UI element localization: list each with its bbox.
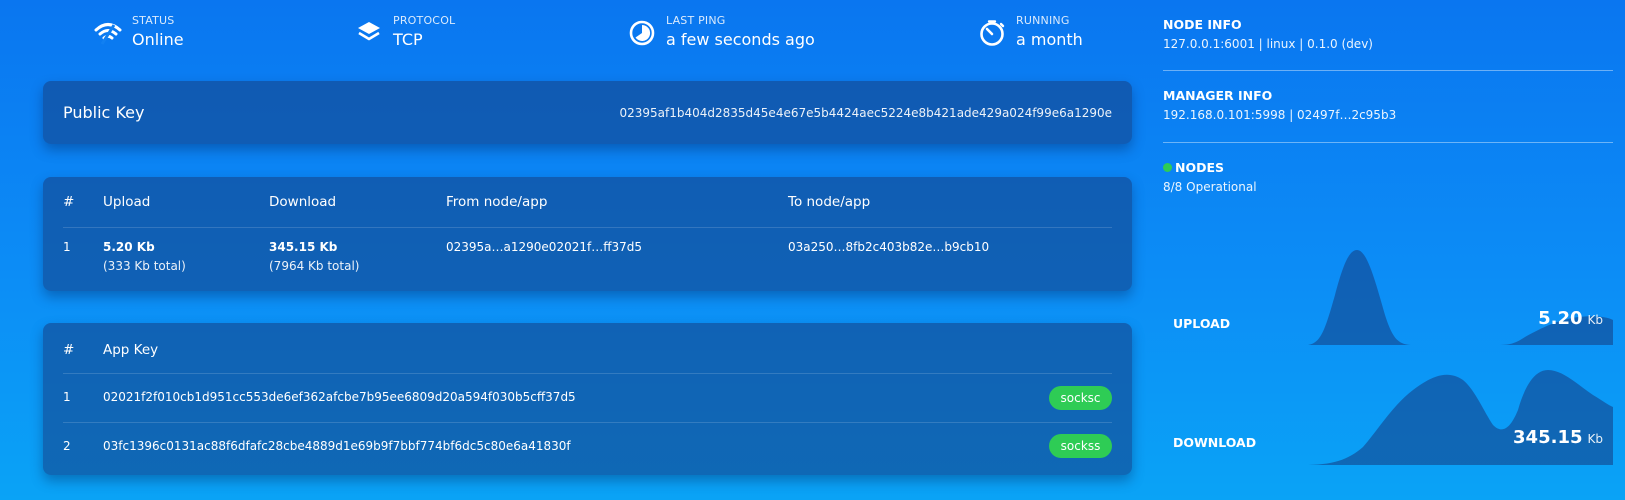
download-graph-value: 345.15 Kb <box>1513 427 1603 448</box>
upload-graph-number: 5.20 <box>1538 308 1583 329</box>
upload-graph-value: 5.20 Kb <box>1538 308 1603 329</box>
app-key: 02021f2f010cb1d951cc553de6ef362afcbe7b95… <box>103 390 576 404</box>
last-ping-label: LAST PING <box>666 14 726 27</box>
wifi-icon <box>93 18 123 48</box>
running-label: RUNNING <box>1016 14 1070 27</box>
col-header-index: # <box>63 342 75 358</box>
public-key-value[interactable]: 02395af1b404d2835d45e4e67e5b4424aec5224e… <box>619 106 1112 120</box>
col-header-app-key: App Key <box>103 342 159 358</box>
col-header-index: # <box>63 194 75 210</box>
protocol-label: PROTOCOL <box>393 14 456 27</box>
layers-icon <box>354 18 384 48</box>
download-graph-number: 345.15 <box>1513 427 1583 448</box>
app-badge-sockss[interactable]: sockss <box>1049 434 1112 458</box>
download-graph-label: DOWNLOAD <box>1173 435 1257 450</box>
public-key-card: Public Key 02395af1b404d2835d45e4e67e5b4… <box>43 81 1132 144</box>
col-header-to: To node/app <box>788 194 871 210</box>
public-key-title: Public Key <box>63 103 145 122</box>
nodes-title: NODES <box>1175 160 1225 175</box>
node-info-title: NODE INFO <box>1163 17 1242 32</box>
stopwatch-icon <box>977 18 1007 48</box>
col-header-from: From node/app <box>446 194 548 210</box>
status-label: STATUS <box>132 14 175 27</box>
to-node-app: 03a250…8fb2c403b82e…b9cb10 <box>788 240 990 254</box>
download-graph-unit: Kb <box>1587 432 1604 446</box>
upload-graph: UPLOAD 5.20 Kb <box>1163 245 1613 345</box>
divider <box>1163 70 1613 71</box>
node-info-value: 127.0.0.1:6001 | linux | 0.1.0 (dev) <box>1163 37 1373 51</box>
status-item-protocol: PROTOCOL TCP <box>354 14 455 51</box>
nodes-info: NODES 8/8 Operational <box>1163 160 1613 195</box>
nodes-value: 8/8 Operational <box>1163 180 1257 194</box>
download-value: 345.15 Kb <box>269 240 338 254</box>
transports-card: # Upload Download From node/app To node/… <box>43 177 1132 291</box>
divider <box>63 373 1112 374</box>
status-dot-icon <box>1163 163 1172 172</box>
app-index: 2 <box>63 439 71 453</box>
pie-clock-icon <box>627 18 657 48</box>
app-index: 1 <box>63 390 71 404</box>
protocol-value: TCP <box>393 30 423 49</box>
apps-card: # App Key 1 02021f2f010cb1d951cc553de6ef… <box>43 323 1132 475</box>
manager-info-title: MANAGER INFO <box>1163 88 1273 103</box>
from-node-app: 02395a…a1290e02021f…ff37d5 <box>446 240 642 254</box>
col-header-upload: Upload <box>103 194 151 210</box>
upload-graph-label: UPLOAD <box>1173 316 1231 331</box>
divider <box>63 422 1112 423</box>
node-info: NODE INFO 127.0.0.1:6001 | linux | 0.1.0… <box>1163 17 1613 52</box>
last-ping-value: a few seconds ago <box>666 30 815 49</box>
divider <box>1163 142 1613 143</box>
col-header-download: Download <box>269 194 337 210</box>
download-total: (7964 Kb total) <box>269 259 360 273</box>
app-key: 03fc1396c0131ac88f6dfafc28cbe4889d1e69b9… <box>103 439 571 453</box>
upload-total: (333 Kb total) <box>103 259 186 273</box>
status-item-running: RUNNING a month <box>977 14 1083 51</box>
status-item-status: STATUS Online <box>93 14 184 51</box>
download-graph: DOWNLOAD 345.15 Kb <box>1163 365 1613 465</box>
upload-value: 5.20 Kb <box>103 240 155 254</box>
upload-graph-unit: Kb <box>1587 313 1604 327</box>
status-item-last-ping: LAST PING a few seconds ago <box>627 14 815 51</box>
row-index: 1 <box>63 240 71 254</box>
status-value: Online <box>132 30 184 49</box>
app-badge-socksc[interactable]: socksc <box>1049 386 1112 410</box>
running-value: a month <box>1016 30 1083 49</box>
manager-info: MANAGER INFO 192.168.0.101:5998 | 02497f… <box>1163 88 1613 123</box>
manager-info-value: 192.168.0.101:5998 | 02497f…2c95b3 <box>1163 108 1397 122</box>
upload-sparkline <box>1163 250 1613 345</box>
divider <box>63 227 1112 228</box>
download-sparkline <box>1163 370 1613 465</box>
